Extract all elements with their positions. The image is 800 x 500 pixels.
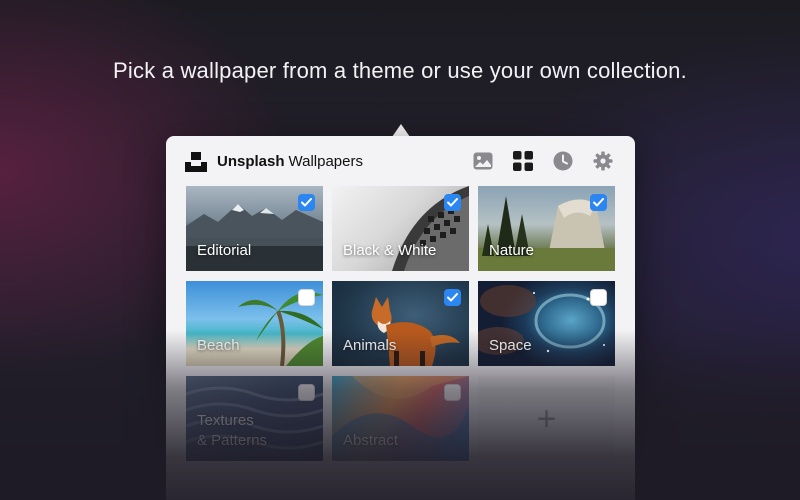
theme-label: Abstract [343,432,399,449]
theme-tile-abstract[interactable]: Abstract [332,376,469,461]
theme-label: Animals [343,337,397,354]
checkbox-unchecked[interactable] [444,384,461,401]
checkbox-checked[interactable] [298,194,315,211]
clock-icon[interactable] [552,150,574,172]
theme-tile-animals[interactable]: Animals [332,281,469,366]
gear-icon[interactable] [592,150,614,172]
unsplash-logo-icon [185,152,207,172]
checkbox-checked[interactable] [590,194,607,211]
theme-tile-nature[interactable]: Nature [478,186,615,271]
checkbox-checked[interactable] [444,289,461,306]
brand-name: Unsplash [217,153,285,170]
app-title: Unsplash Wallpapers [217,153,363,170]
grid-icon[interactable] [512,150,534,172]
checkbox-unchecked[interactable] [298,384,315,401]
theme-label: Nature [489,242,535,259]
checkbox-checked[interactable] [444,194,461,211]
theme-label: Textures & Patterns [197,412,268,449]
theme-tile-editorial[interactable]: Editorial [186,186,323,271]
checkbox-unchecked[interactable] [298,289,315,306]
theme-tile-space[interactable]: Space [478,281,615,366]
checkbox-unchecked[interactable] [590,289,607,306]
add-collection-button[interactable]: + [478,376,615,461]
brand-suffix: Wallpapers [288,153,363,170]
theme-label: Space [489,337,532,354]
photo-icon[interactable] [472,150,494,172]
wallpaper-popover: Unsplash Wallpapers Editorial Black & Wh… [166,136,635,500]
plus-icon: + [536,399,557,438]
theme-tile-black-white[interactable]: Black & White [332,186,469,271]
popover-header: Unsplash Wallpapers [166,136,635,186]
theme-label: Black & White [343,242,437,259]
theme-tile-beach[interactable]: Beach [186,281,323,366]
theme-tile-textures-patterns[interactable]: Textures & Patterns [186,376,323,461]
theme-label: Beach [197,337,240,354]
theme-label: Editorial [197,242,252,259]
headline: Pick a wallpaper from a theme or use you… [113,58,687,83]
